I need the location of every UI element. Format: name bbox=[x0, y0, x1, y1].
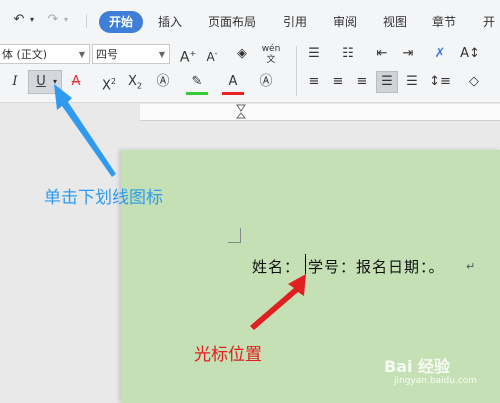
tab-developer[interactable]: 开 bbox=[483, 13, 495, 30]
highlight-icon[interactable]: ✎ bbox=[186, 72, 208, 95]
numbered-list-icon[interactable]: ☷ bbox=[336, 44, 360, 64]
italic-icon[interactable]: I bbox=[6, 72, 24, 92]
tab-review[interactable]: 审阅 bbox=[333, 13, 357, 30]
clear-format-icon[interactable]: ◈ bbox=[232, 44, 252, 64]
underline-hint-label: 单击下划线图标 bbox=[44, 188, 163, 208]
justify-icon[interactable]: ☰ bbox=[376, 71, 398, 93]
chevron-down-icon: ▼ bbox=[158, 50, 165, 59]
font-name-select[interactable]: 体 (正文) ▼ bbox=[0, 44, 90, 64]
grow-font-icon[interactable]: A+ bbox=[178, 44, 198, 68]
text-direction-icon[interactable]: ✗ bbox=[428, 44, 452, 64]
phonetic-icon-text: wén bbox=[261, 44, 281, 54]
phonetic-icon[interactable]: wén 文 bbox=[258, 44, 284, 66]
tab-home[interactable]: 开始 bbox=[99, 11, 143, 33]
bullet-list-icon[interactable]: ☰ bbox=[302, 44, 326, 64]
subscript-icon[interactable]: X2 bbox=[124, 72, 146, 97]
cursor-arrow bbox=[250, 274, 306, 330]
increase-indent-icon[interactable]: ⇥ bbox=[398, 44, 418, 64]
font-size-select[interactable]: 四号 ▼ bbox=[92, 44, 170, 64]
tab-insert[interactable]: 插入 bbox=[158, 13, 182, 30]
tab-section[interactable]: 章节 bbox=[432, 13, 456, 30]
watermark-brand: Bai 经验 bbox=[384, 357, 451, 376]
chevron-down-icon: ▼ bbox=[78, 50, 85, 59]
shrink-font-icon[interactable]: A- bbox=[202, 44, 222, 67]
tab-references[interactable]: 引用 bbox=[283, 13, 307, 30]
font-color-icon[interactable]: A bbox=[222, 72, 244, 95]
cursor-hint-label: 光标位置 bbox=[194, 345, 262, 365]
redo-dropdown-icon[interactable]: ▾ bbox=[62, 10, 70, 30]
document-text-after-cursor: 学号：报名日期：。 bbox=[308, 258, 445, 276]
distributed-icon[interactable]: ☰ bbox=[402, 72, 422, 92]
paragraph-mark: ↵ bbox=[466, 260, 477, 273]
horizontal-ruler[interactable] bbox=[140, 104, 500, 121]
tab-view[interactable]: 视图 bbox=[383, 13, 407, 30]
shading-icon[interactable]: ◇ bbox=[462, 72, 486, 92]
undo-dropdown-icon[interactable]: ▾ bbox=[28, 10, 36, 30]
tab-bar: ↶ ▾ ↷ ▾ 开始 插入 页面布局 引用 审阅 视图 章节 开 bbox=[0, 0, 500, 40]
undo-icon[interactable]: ↶ bbox=[10, 10, 28, 30]
char-border-icon[interactable]: Ⓐ bbox=[256, 72, 276, 92]
align-right-icon[interactable]: ≡ bbox=[352, 72, 372, 92]
sort-icon[interactable]: A↕ bbox=[458, 44, 482, 64]
decrease-indent-icon[interactable]: ⇤ bbox=[372, 44, 392, 64]
font-name-value: 体 (正文) bbox=[2, 48, 48, 61]
ruler-indent-marker[interactable] bbox=[235, 104, 247, 122]
font-size-value: 四号 bbox=[96, 48, 118, 61]
redo-icon[interactable]: ↷ bbox=[44, 10, 62, 30]
margin-corner-marker bbox=[228, 228, 241, 243]
line-spacing-icon[interactable]: ↕≡ bbox=[428, 72, 452, 92]
align-left-icon[interactable]: ≡ bbox=[304, 72, 324, 92]
watermark-url: jingyan.baidu.com bbox=[394, 376, 478, 386]
tab-page-layout[interactable]: 页面布局 bbox=[208, 13, 256, 30]
text-effect-icon[interactable]: Ⓐ bbox=[152, 72, 174, 92]
align-center-icon[interactable]: ≡ bbox=[328, 72, 348, 92]
underline-arrow bbox=[54, 84, 116, 177]
